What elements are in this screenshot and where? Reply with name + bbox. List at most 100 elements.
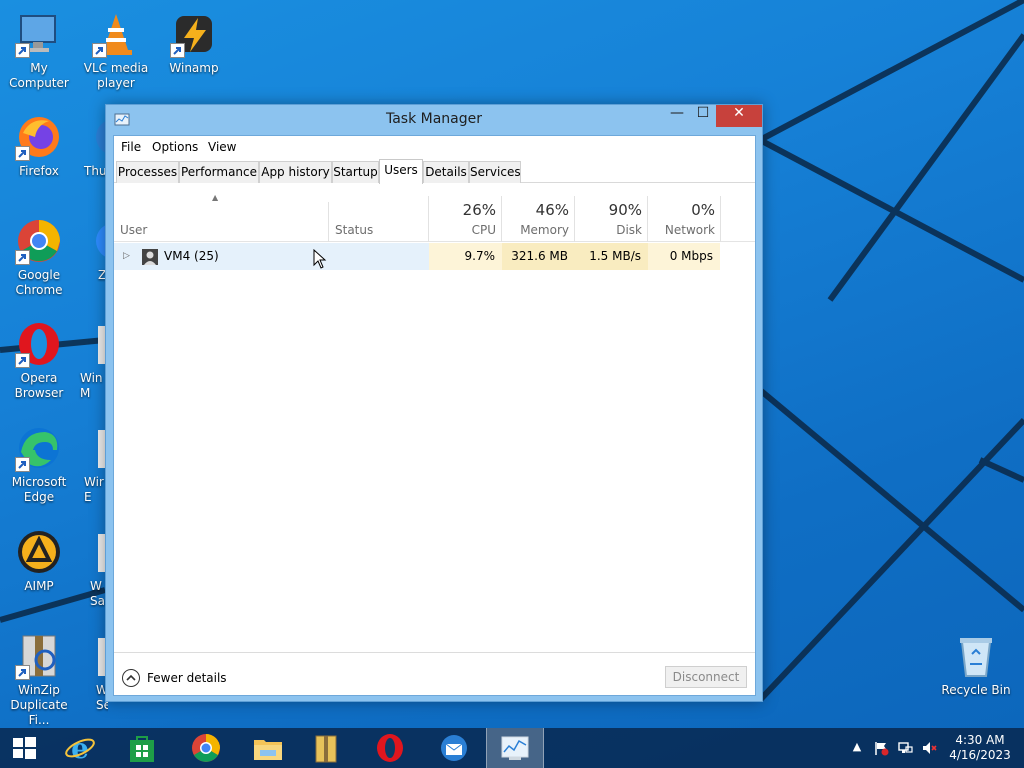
disconnect-button[interactable]: Disconnect: [665, 666, 747, 688]
desktop-icon-label: Opera Browser: [14, 371, 64, 400]
tab-performance[interactable]: Performance: [179, 161, 259, 183]
column-disk[interactable]: 90% Disk: [575, 184, 648, 242]
task-manager-window[interactable]: Task Manager — ☐ ✕ File Options View Pro…: [105, 104, 763, 702]
desktop-icon-label: My Computer: [9, 61, 69, 90]
thunderbird-icon: [441, 735, 467, 761]
start-button[interactable]: [0, 728, 48, 768]
memory-total-percent: 46%: [535, 201, 569, 219]
title-bar[interactable]: Task Manager — ☐ ✕: [106, 105, 762, 135]
chevron-up-icon: [122, 669, 140, 687]
disk-total-percent: 90%: [608, 201, 642, 219]
action-center-flag-icon[interactable]: [873, 740, 889, 756]
desktop-icon-label: Firefox: [19, 164, 59, 178]
desktop-icon-winzip-secure[interactable]: W Secur...: [78, 632, 108, 713]
desktop-icon-label: Winamp: [169, 61, 219, 75]
vlc-cone-icon: [92, 10, 140, 58]
tab-services[interactable]: Services: [469, 161, 521, 183]
desktop-icon-firefox[interactable]: Firefox: [0, 113, 78, 179]
column-memory-label: Memory: [520, 223, 569, 237]
windows-logo-icon: [13, 737, 36, 759]
column-user[interactable]: User: [114, 184, 328, 242]
cpu-total-percent: 26%: [462, 201, 496, 219]
column-user-label: User: [120, 223, 148, 237]
desktop-icon-label: Wir E: [84, 475, 104, 504]
taskbar-store[interactable]: [114, 728, 170, 768]
user-network-value: 0 Mbps: [648, 243, 720, 270]
computer-icon: [15, 10, 63, 58]
desktop-icon-label: Google Chrome: [15, 268, 63, 297]
column-memory[interactable]: 46% Memory: [502, 184, 575, 242]
task-manager-icon: [501, 736, 529, 760]
desktop-icon-winzip-m[interactable]: Win M: [78, 320, 108, 401]
user-memory-value: 321.6 MB: [502, 243, 575, 270]
desktop-icon-microsoft-edge[interactable]: Microsoft Edge: [0, 424, 78, 505]
column-status-label: Status: [335, 223, 374, 237]
column-network[interactable]: 0% Network: [648, 184, 721, 242]
network-total-percent: 0%: [691, 201, 715, 219]
taskbar-clock[interactable]: 4:30 AM 4/16/2023: [944, 733, 1016, 763]
desktop-icon-vlc[interactable]: VLC media player: [77, 10, 155, 91]
desktop-icon-winamp[interactable]: Winamp: [155, 10, 233, 76]
desktop-icon-label: Win M: [80, 371, 103, 400]
aimp-icon: [15, 528, 63, 576]
table-row[interactable]: ▷ VM4 (25) 9.7% 321.6 MB 1.5 MB/s 0 Mbps: [114, 243, 720, 270]
desktop-icon-google-chrome[interactable]: Google Chrome: [0, 217, 78, 298]
clock-time: 4:30 AM: [955, 733, 1005, 747]
mouse-cursor-icon: [313, 249, 327, 269]
show-hidden-icons-chevron-icon[interactable]: ▲: [849, 740, 865, 756]
menu-options[interactable]: Options: [152, 140, 198, 154]
user-avatar-icon: [142, 249, 158, 265]
column-disk-label: Disk: [616, 223, 642, 237]
desktop-icon-label: VLC media player: [83, 61, 149, 90]
opera-icon: [377, 734, 403, 762]
column-status[interactable]: Status: [329, 184, 429, 242]
column-divider: [720, 196, 721, 242]
svg-text:e: e: [71, 732, 89, 764]
maximize-button[interactable]: ☐: [690, 105, 716, 127]
internet-explorer-icon: e: [65, 732, 95, 764]
tab-app-history[interactable]: App history: [259, 161, 332, 183]
desktop-icon-winzip-sa[interactable]: W Sa: [78, 528, 108, 609]
taskbar-opera[interactable]: [362, 728, 418, 768]
column-cpu[interactable]: 26% CPU: [429, 184, 502, 242]
menu-file[interactable]: File: [121, 140, 141, 154]
desktop-icon-thunderbird[interactable]: Thu: [78, 113, 108, 179]
desktop-icon-label: Microsoft Edge: [11, 475, 67, 504]
tab-users[interactable]: Users: [379, 159, 423, 184]
minimize-button[interactable]: —: [664, 105, 690, 127]
menu-view[interactable]: View: [208, 140, 236, 154]
desktop-icon-zoom[interactable]: Z: [78, 217, 108, 283]
clock-date: 4/16/2023: [949, 748, 1011, 762]
desktop-icon-winzip-e[interactable]: Wir E: [78, 424, 108, 505]
desktop-icon-recycle-bin[interactable]: Recycle Bin: [937, 632, 1015, 698]
taskbar-chrome[interactable]: [178, 728, 234, 768]
user-disk-value: 1.5 MB/s: [575, 243, 648, 270]
store-bag-icon: [130, 736, 154, 762]
winzip-icon: [15, 632, 63, 680]
tab-processes[interactable]: Processes: [116, 161, 179, 183]
expand-chevron-icon[interactable]: ▷: [123, 243, 130, 270]
taskbar-internet-explorer[interactable]: e: [52, 728, 108, 768]
fewer-details-button[interactable]: Fewer details: [114, 653, 234, 697]
winzip-icon: [315, 735, 337, 763]
desktop-icon-label: W Sa: [90, 579, 105, 608]
taskbar-task-manager[interactable]: [486, 728, 544, 768]
tab-bar: Processes Performance App history Startu…: [114, 159, 755, 184]
desktop-icon-my-computer[interactable]: My Computer: [0, 10, 78, 91]
desktop-icon-opera[interactable]: Opera Browser: [0, 320, 78, 401]
taskbar-winzip[interactable]: [298, 728, 354, 768]
desktop-icon-aimp[interactable]: AIMP: [0, 528, 78, 594]
volume-muted-icon[interactable]: [921, 740, 937, 756]
tab-details[interactable]: Details: [423, 161, 469, 183]
recycle-bin-icon: [952, 632, 1000, 680]
column-cpu-label: CPU: [471, 223, 496, 237]
tab-startup[interactable]: Startup: [332, 161, 379, 183]
network-icon[interactable]: [897, 740, 913, 756]
taskbar-thunderbird[interactable]: [426, 728, 482, 768]
chrome-icon: [192, 734, 220, 762]
desktop-icon-label: Thu: [84, 164, 107, 178]
opera-icon: [15, 320, 63, 368]
close-button[interactable]: ✕: [716, 105, 762, 127]
taskbar-file-explorer[interactable]: [240, 728, 296, 768]
desktop-icon-winzip-duplicate[interactable]: WinZip Duplicate Fi...: [0, 632, 78, 728]
